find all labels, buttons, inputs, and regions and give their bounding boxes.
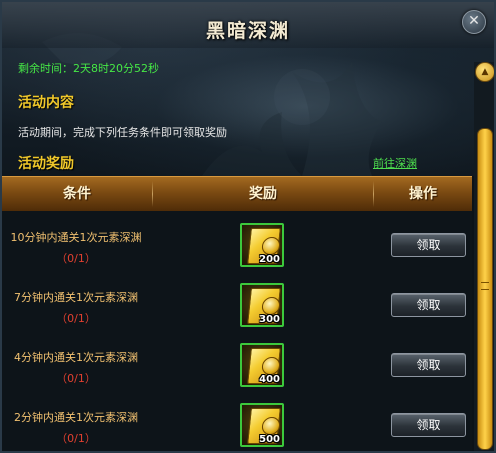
row-condition: 4分钟内通关1次元素深渊 （0/1）: [8, 347, 144, 389]
reward-quantity: 200: [259, 254, 280, 265]
header-reward: 奖励: [249, 186, 277, 202]
table-row: 10分钟内通关1次元素深渊 （0/1） 200 领取: [2, 214, 472, 274]
condition-text: 2分钟内通关1次元素深渊: [14, 411, 138, 424]
reward-item[interactable]: 400: [240, 343, 284, 387]
remaining-time: 剩余时间：2天8时20分52秒: [18, 62, 159, 75]
condition-text: 10分钟内通关1次元素深渊: [10, 231, 142, 244]
condition-progress: （0/1）: [56, 372, 96, 385]
event-window: 黑暗深渊 ✕ 剩余时间：2天8时20分52秒 活动内容 活动期间，完成下列任务条…: [0, 0, 496, 453]
reward-item[interactable]: 300: [240, 283, 284, 327]
table-row: 2分钟内通关1次元素深渊 （0/1） 500 领取: [2, 394, 472, 451]
row-condition: 7分钟内通关1次元素深渊 （0/1）: [8, 287, 144, 329]
scroll-grip-icon: [481, 282, 489, 290]
claim-button[interactable]: 领取: [391, 293, 466, 317]
reward-table-body: 10分钟内通关1次元素深渊 （0/1） 200 领取 7分钟内通关1次元素深渊 （0…: [2, 211, 472, 451]
coin-emblem: [261, 237, 281, 255]
reward-quantity: 400: [259, 374, 280, 385]
coin-emblem: [261, 417, 281, 435]
coin-emblem: [261, 357, 281, 375]
claim-button[interactable]: 领取: [391, 353, 466, 377]
reward-item[interactable]: 200: [240, 223, 284, 267]
header-action: 操作: [409, 186, 437, 202]
condition-progress: （0/1）: [56, 432, 96, 445]
scroll-up-arrow-icon[interactable]: ▲: [475, 62, 494, 82]
condition-text: 4分钟内通关1次元素深渊: [14, 351, 138, 364]
coin-emblem: [261, 297, 281, 315]
reward-quantity: 500: [259, 434, 280, 445]
scrollbar-thumb[interactable]: [477, 128, 493, 450]
table-row: 7分钟内通关1次元素深渊 （0/1） 300 领取: [2, 274, 472, 334]
goto-abyss-link[interactable]: 前往深渊: [373, 155, 417, 171]
content-heading: 活动内容: [18, 95, 74, 111]
header-condition: 条件: [63, 186, 91, 202]
reward-item[interactable]: 500: [240, 403, 284, 447]
window-title: 黑暗深渊: [205, 20, 290, 42]
close-button[interactable]: ✕: [462, 10, 486, 34]
condition-progress: （0/1）: [56, 252, 96, 265]
condition-text: 7分钟内通关1次元素深渊: [14, 291, 138, 304]
row-condition: 2分钟内通关1次元素深渊 （0/1）: [8, 407, 144, 449]
close-icon: ✕: [468, 13, 480, 29]
condition-progress: （0/1）: [56, 312, 96, 325]
table-row: 4分钟内通关1次元素深渊 （0/1） 400 领取: [2, 334, 472, 394]
row-condition: 10分钟内通关1次元素深渊 （0/1）: [8, 227, 144, 269]
table-header: 条件 奖励 操作: [2, 176, 472, 212]
claim-button[interactable]: 领取: [391, 413, 466, 437]
content-description: 活动期间，完成下列任务条件即可领取奖励: [18, 126, 227, 139]
claim-button[interactable]: 领取: [391, 233, 466, 257]
reward-heading: 活动奖励: [18, 156, 74, 172]
reward-quantity: 300: [259, 314, 280, 325]
